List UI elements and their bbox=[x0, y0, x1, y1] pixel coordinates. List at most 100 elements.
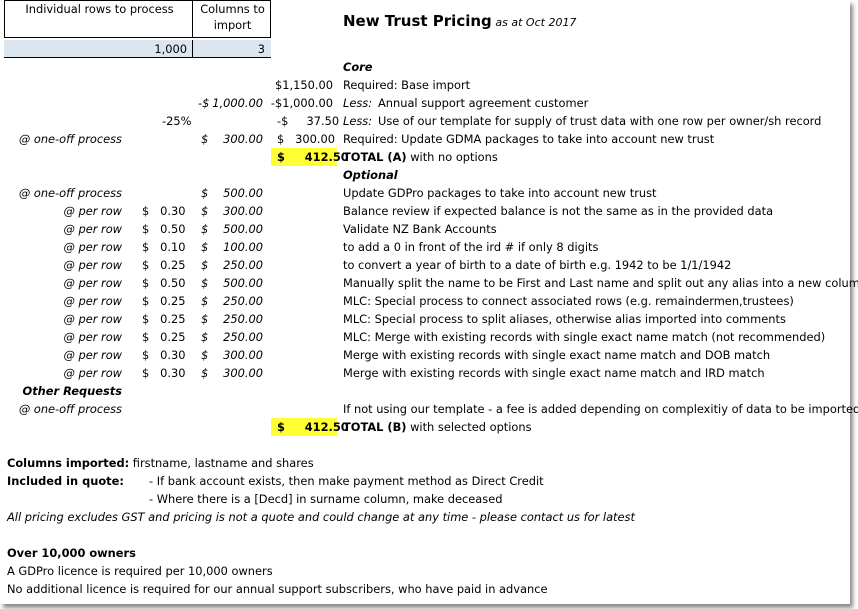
optional-row-rate: $ 0.25 bbox=[142, 258, 186, 272]
cols-input-label-1: Columns to bbox=[200, 2, 265, 16]
optional-row-value: 250.00 bbox=[223, 294, 263, 308]
title-sub: as at Oct 2017 bbox=[495, 16, 577, 29]
rows-input-value: 1,000 bbox=[154, 42, 187, 56]
optional-row-desc: MLC: Special process to connect associat… bbox=[343, 294, 794, 308]
total-b-suffix: with selected options bbox=[410, 420, 532, 434]
section-optional: Optional bbox=[343, 168, 398, 182]
total-b-amount: $ 412.50 bbox=[277, 420, 349, 434]
optional-row-dollar: $ bbox=[201, 186, 209, 200]
optional-row-label: @ per row bbox=[63, 222, 122, 236]
optional-row-label: @ per row bbox=[63, 312, 122, 326]
optional-row-rate: $ 0.25 bbox=[142, 330, 186, 344]
optional-row-rate: $ 0.30 bbox=[142, 204, 186, 218]
optional-row-desc: Manually split the name to be First and … bbox=[343, 276, 858, 290]
core-amount: $1,150.00 bbox=[275, 78, 333, 92]
disclaimer: All pricing excludes GST and pricing is … bbox=[7, 510, 635, 524]
optional-row-label: @ per row bbox=[63, 204, 122, 218]
section-other: Other Requests bbox=[22, 384, 122, 398]
optional-row-label: @ one-off process bbox=[18, 186, 122, 200]
optional-row-value: 500.00 bbox=[223, 222, 263, 236]
optional-row-label: @ per row bbox=[63, 366, 122, 380]
optional-row-label: @ per row bbox=[63, 240, 122, 254]
columns-imported-value: firstname, lastname and shares bbox=[132, 456, 314, 470]
rows-input-label: Individual rows to process bbox=[25, 2, 174, 16]
optional-row-rate: $ 0.50 bbox=[142, 222, 186, 236]
total-a-suffix: with no options bbox=[410, 150, 498, 164]
optional-row-value: 500.00 bbox=[223, 276, 263, 290]
rows-input-cell[interactable]: 1,000 bbox=[4, 40, 193, 58]
optional-row-rate: $ 0.25 bbox=[142, 294, 186, 308]
core-value: 300.00 bbox=[223, 132, 263, 146]
optional-row-dollar: $ bbox=[201, 204, 209, 218]
cols-input-value: 3 bbox=[257, 42, 265, 56]
core-pct: -25% bbox=[162, 114, 192, 128]
total-a-highlight: $ 412.50 bbox=[271, 148, 349, 166]
optional-row-value: 100.00 bbox=[223, 240, 263, 254]
core-dollar: -$ bbox=[198, 96, 210, 110]
over-note-2: No additional licence is required for ou… bbox=[7, 582, 548, 596]
core-amount: -$1,000.00 bbox=[270, 96, 333, 110]
optional-row-desc: Merge with existing records with single … bbox=[343, 366, 765, 380]
core-amount: $ 300.00 bbox=[277, 132, 335, 146]
optional-row-desc: Update GDPro packages to take into accou… bbox=[343, 186, 657, 200]
optional-row-desc: Validate NZ Bank Accounts bbox=[343, 222, 497, 236]
optional-row-label: @ per row bbox=[63, 258, 122, 272]
optional-row-desc: MLC: Special process to split aliases, o… bbox=[343, 312, 786, 326]
core-prefix: Less: bbox=[343, 114, 373, 128]
optional-row-label: @ per row bbox=[63, 294, 122, 308]
core-desc: Required: Update GDMA packages to take i… bbox=[343, 132, 715, 146]
optional-row-rate: $ 0.10 bbox=[142, 240, 186, 254]
columns-imported-label: Columns imported: bbox=[7, 456, 130, 470]
optional-row-dollar: $ bbox=[201, 276, 209, 290]
core-desc: Annual support agreement customer bbox=[378, 96, 589, 110]
over-heading: Over 10,000 owners bbox=[7, 546, 136, 560]
optional-row-rate: $ 0.25 bbox=[142, 312, 186, 326]
optional-row-value: 500.00 bbox=[223, 186, 263, 200]
optional-row-value: 300.00 bbox=[223, 366, 263, 380]
optional-row-desc: to add a 0 in front of the ird # if only… bbox=[343, 240, 599, 254]
optional-row-desc: Merge with existing records with single … bbox=[343, 348, 771, 362]
total-a-text: TOTAL (A) with no options bbox=[343, 149, 498, 165]
optional-row-label: @ per row bbox=[63, 330, 122, 344]
rows-input-header: Individual rows to process bbox=[4, 0, 193, 38]
cols-input-cell[interactable]: 3 bbox=[192, 40, 271, 58]
included-item-2: - Where there is a [Decd] in surname col… bbox=[149, 492, 503, 506]
optional-row-dollar: $ bbox=[201, 294, 209, 308]
title-main: New Trust Pricing bbox=[343, 12, 492, 30]
total-a-amount: $ 412.50 bbox=[277, 150, 349, 164]
other-label: @ one-off process bbox=[18, 402, 122, 416]
core-label: @ one-off process bbox=[18, 132, 122, 146]
page-title: New Trust Pricing as at Oct 2017 bbox=[343, 9, 576, 33]
spreadsheet-sheet: Individual rows to process 1,000 Columns… bbox=[0, 0, 858, 604]
other-desc: If not using our template - a fee is add… bbox=[343, 402, 858, 416]
optional-row-dollar: $ bbox=[201, 312, 209, 326]
included-item-1: - If bank account exists, then make paym… bbox=[149, 474, 544, 488]
optional-row-dollar: $ bbox=[201, 240, 209, 254]
optional-row-value: 300.00 bbox=[223, 204, 263, 218]
cols-input-header: Columns to import bbox=[192, 0, 271, 38]
optional-row-value: 250.00 bbox=[223, 258, 263, 272]
core-dollar: $ bbox=[201, 132, 209, 146]
core-prefix: Less: bbox=[343, 96, 373, 110]
section-core: Core bbox=[343, 60, 373, 74]
optional-row-dollar: $ bbox=[201, 258, 209, 272]
optional-row-value: 250.00 bbox=[223, 312, 263, 326]
core-desc: Use of our template for supply of trust … bbox=[378, 114, 822, 128]
optional-row-desc: MLC: Merge with existing records with si… bbox=[343, 330, 826, 344]
optional-row-dollar: $ bbox=[201, 366, 209, 380]
optional-row-rate: $ 0.30 bbox=[142, 366, 186, 380]
optional-row-desc: to convert a year of birth to a date of … bbox=[343, 258, 732, 272]
optional-row-desc: Balance review if expected balance is no… bbox=[343, 204, 774, 218]
included-label: Included in quote: bbox=[7, 474, 124, 488]
optional-row-value: 250.00 bbox=[223, 330, 263, 344]
optional-row-label: @ per row bbox=[63, 348, 122, 362]
optional-row-rate: $ 0.30 bbox=[142, 348, 186, 362]
optional-row-rate: $ 0.50 bbox=[142, 276, 186, 290]
core-amount: -$ 37.50 bbox=[277, 114, 340, 128]
optional-row-label: @ per row bbox=[63, 276, 122, 290]
total-a-label: TOTAL (A) bbox=[343, 150, 407, 164]
total-b-label: TOTAL (B) bbox=[343, 420, 407, 434]
total-b-text: TOTAL (B) with selected options bbox=[343, 419, 532, 435]
total-b-highlight: $ 412.50 bbox=[271, 418, 349, 436]
core-desc: Required: Base import bbox=[343, 78, 471, 92]
